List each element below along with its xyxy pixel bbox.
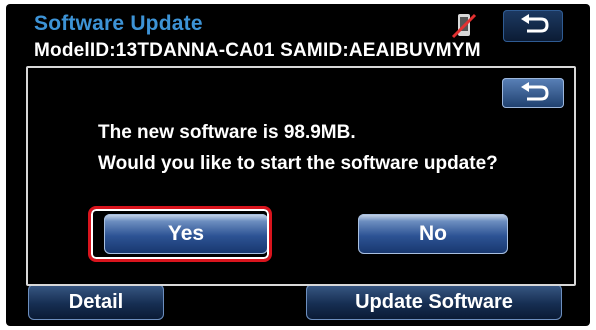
detail-button[interactable]: Detail [28,284,164,320]
no-phone-icon [449,12,479,40]
page-title: Software Update [34,12,203,35]
model-id-text: ModelID:13TDANNA-CA01 SAMID:AEAIBUVMYM [34,40,481,61]
infotainment-screen: Software Update ModelID:13TDANNA-CA01 SA… [6,4,590,326]
return-arrow-icon [521,14,549,33]
dialog-message-line-1: The new software is 98.9MB. [98,122,356,143]
back-button[interactable] [503,10,563,42]
dialog-message-line-2: Would you like to start the software upd… [98,153,498,174]
dialog-back-button[interactable] [502,78,564,108]
update-software-button[interactable]: Update Software [306,284,562,320]
yes-button[interactable]: Yes [104,214,268,254]
return-arrow-icon [521,82,549,101]
no-button[interactable]: No [358,214,508,254]
confirmation-dialog: The new software is 98.9MB. Would you li… [26,66,576,286]
